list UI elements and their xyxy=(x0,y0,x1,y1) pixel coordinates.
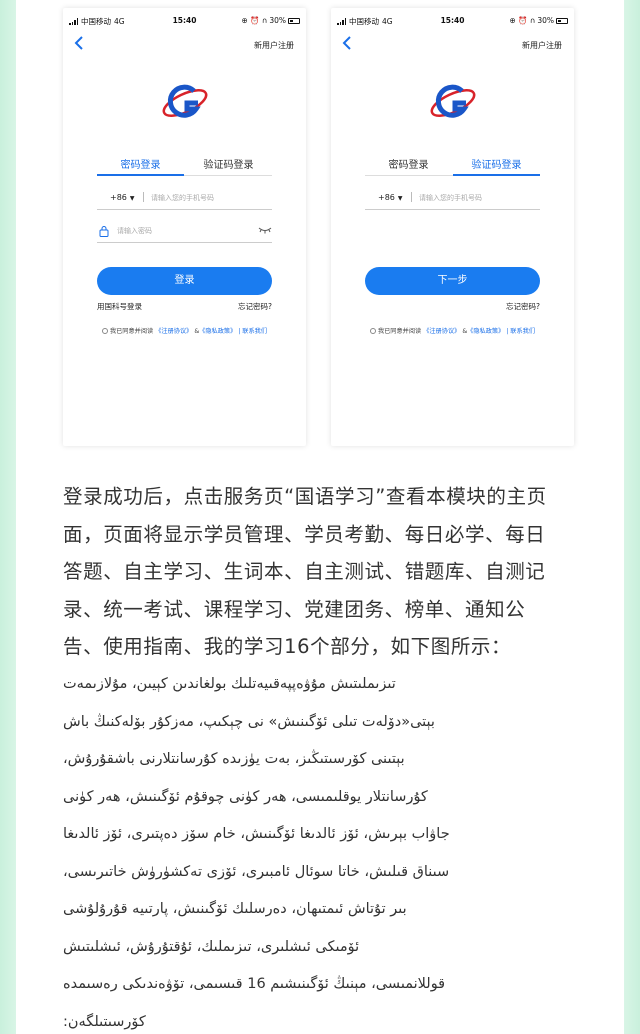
login-button[interactable]: 登录 xyxy=(97,267,272,295)
active-tab-indicator xyxy=(97,174,184,176)
text-line: بىر تۇتاش ئىمتىھان، دەرسلىك ئۆگىنىش، پار… xyxy=(63,901,407,917)
text-line: 登录成功后，点击服务页“国语学习”查看本模块的主页 xyxy=(63,485,547,508)
uyghur-paragraph: تىزىملىتىش مۇۋەپپەقىيەتلىك بولغاندىن كېي… xyxy=(63,666,583,1034)
eye-closed-icon[interactable] xyxy=(258,225,272,235)
chevron-down-icon: ▼ xyxy=(397,195,403,202)
signal-icon xyxy=(337,18,346,25)
status-time: 15:40 xyxy=(172,16,197,25)
status-icons: ⊕ ⏰ ∩ xyxy=(241,16,268,25)
agreement-row: 我已同意并阅读 《注册协议》 &《隐私政策》 | 联系我们 xyxy=(331,326,574,335)
text-line: 告、使用指南、我的学习16个部分，如下图所示： xyxy=(63,635,512,658)
forgot-password-link[interactable]: 忘记密码? xyxy=(238,301,272,312)
country-code-select[interactable]: +86 ▼ xyxy=(378,193,403,202)
login-tabs: 密码登录 验证码登录 xyxy=(365,152,540,176)
agree-checkbox[interactable] xyxy=(101,328,108,334)
password-input[interactable]: 请输入密码 xyxy=(117,226,152,236)
sep-text: | xyxy=(506,328,509,335)
phone-field[interactable]: +86 ▼ 请输入您的手机号码 xyxy=(97,188,272,210)
phone-input[interactable]: 请输入您的手机号码 xyxy=(419,193,482,203)
chevron-down-icon: ▼ xyxy=(129,195,135,202)
divider xyxy=(411,192,412,202)
chevron-left-icon[interactable] xyxy=(341,36,353,50)
text-line: كۆرسىتىلگەن: xyxy=(63,1013,146,1030)
terms-link[interactable]: 《注册协议》 xyxy=(155,328,192,335)
guoke-login-link[interactable]: 用国科号登录 xyxy=(97,301,142,312)
login-tabs: 密码登录 验证码登录 xyxy=(97,152,272,176)
text-line: قوللانمىسى، مېنىڭ ئۆگىنىشىم 16 قىسىمى، ت… xyxy=(63,976,446,992)
battery-label: 30% xyxy=(537,16,554,25)
chinese-paragraph: 登录成功后，点击服务页“国语学习”查看本模块的主页 面，页面将显示学员管理、学员… xyxy=(63,478,583,666)
status-time: 15:40 xyxy=(440,16,465,25)
text-line: جاۋاب بېرىش، ئۆز ئالدىغا ئۆگىنىش، خام سۆ… xyxy=(63,826,450,842)
new-user-register-link[interactable]: 新用户注册 xyxy=(254,40,294,51)
chevron-left-icon[interactable] xyxy=(73,36,85,50)
divider xyxy=(143,192,144,202)
contact-link[interactable]: 联系我们 xyxy=(510,328,535,335)
country-code-select[interactable]: +86 ▼ xyxy=(110,193,135,202)
agree-text: 我已同意并阅读 xyxy=(109,328,154,335)
forgot-password-link[interactable]: 忘记密码? xyxy=(506,301,540,312)
signal-icon xyxy=(69,18,78,25)
privacy-link[interactable]: 《隐私政策》 xyxy=(199,328,236,335)
status-bar: 中国移动 4G 15:40 ⊕ ⏰ ∩ 30% xyxy=(69,14,300,28)
app-logo xyxy=(430,84,476,118)
tab-password-login[interactable]: 密码登录 xyxy=(365,156,452,171)
agree-checkbox[interactable] xyxy=(369,328,376,334)
network-label: 4G xyxy=(382,17,393,26)
text-line: 面，页面将显示学员管理、学员考勤、每日必学、每日 xyxy=(63,522,546,546)
app-logo xyxy=(162,84,208,118)
text-line: كۇرسانتلار يوقلىمىسى، ھەر كۈنى چوقۇم ئۆگ… xyxy=(63,788,428,805)
battery-icon xyxy=(556,17,568,24)
privacy-link[interactable]: 《隐私政策》 xyxy=(467,328,504,335)
text-line: بېتىنى كۆرسىتىڭىز، بەت يۈزىدە كۇرسانتلار… xyxy=(63,751,405,767)
carrier-label: 中国移动 xyxy=(349,17,379,26)
battery-label: 30% xyxy=(269,16,286,25)
text-line: تىزىملىتىش مۇۋەپپەقىيەتلىك بولغاندىن كېي… xyxy=(63,676,396,692)
network-label: 4G xyxy=(114,17,125,26)
tab-code-login[interactable]: 验证码登录 xyxy=(185,156,272,171)
carrier-label: 中国移动 xyxy=(81,17,111,26)
text-line: 答题、自主学习、生词本、自主测试、错题库、自测记 xyxy=(63,560,546,583)
status-bar: 中国移动 4G 15:40 ⊕ ⏰ ∩ 30% xyxy=(337,14,568,28)
tab-password-login[interactable]: 密码登录 xyxy=(97,156,184,171)
new-user-register-link[interactable]: 新用户注册 xyxy=(522,40,562,51)
status-icons: ⊕ ⏰ ∩ xyxy=(509,16,536,25)
agree-text: 我已同意并阅读 xyxy=(377,328,422,335)
login-screen-code: 中国移动 4G 15:40 ⊕ ⏰ ∩ 30% 新用户注册 密码登录 验证码登录… xyxy=(331,8,574,446)
text-line: بېتى«دۆلەت تىلى ئۆگىنىش» نى چېكىپ، مەزكۇ… xyxy=(63,713,435,730)
text-line: سىناق قىلىش، خاتا سوئال ئامبىرى، ئۆزى تە… xyxy=(63,863,450,880)
phone-input[interactable]: 请输入您的手机号码 xyxy=(151,193,214,203)
battery-icon xyxy=(288,17,300,24)
text-line: ئۆمىكى ئىشلىرى، تىزىملىك، ئۇقتۇرۇش، ئىشل… xyxy=(63,938,360,955)
login-screen-password: 中国移动 4G 15:40 ⊕ ⏰ ∩ 30% 新用户注册 密码登录 验证码登录… xyxy=(63,8,306,446)
text-line: 录、统一考试、课程学习、党建团务、榜单、通知公 xyxy=(63,597,526,621)
terms-link[interactable]: 《注册协议》 xyxy=(423,328,460,335)
tab-code-login[interactable]: 验证码登录 xyxy=(453,156,540,171)
agreement-row: 我已同意并阅读 《注册协议》 &《隐私政策》 | 联系我们 xyxy=(63,326,306,335)
sep-text: | xyxy=(238,328,241,335)
phone-field[interactable]: +86 ▼ 请输入您的手机号码 xyxy=(365,188,540,210)
next-step-button[interactable]: 下一步 xyxy=(365,267,540,295)
password-field[interactable]: 请输入密码 xyxy=(97,221,272,243)
active-tab-indicator xyxy=(453,174,540,176)
contact-link[interactable]: 联系我们 xyxy=(242,328,267,335)
lock-icon xyxy=(99,226,109,237)
